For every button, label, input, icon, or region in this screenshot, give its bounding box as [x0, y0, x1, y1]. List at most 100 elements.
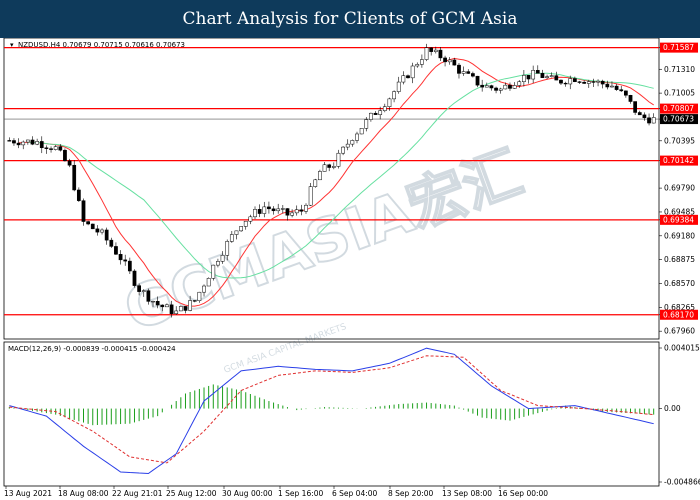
candle-body [637, 112, 642, 116]
candle-body [420, 59, 424, 65]
candle-body [123, 259, 128, 262]
candle-body [424, 47, 429, 60]
candle-body [280, 208, 285, 210]
candle-body [53, 146, 58, 150]
candle-body [299, 209, 304, 212]
time-tick-label: 16 Sep 00:00 [498, 489, 548, 498]
candle-body [141, 290, 146, 292]
time-tick-label: 18 Aug 08:00 [58, 489, 109, 498]
candle-body [290, 212, 294, 216]
time-axis: 13 Aug 2021 18 Aug 08:00 22 Aug 21:01 25 Au… [4, 486, 548, 498]
candle-body [63, 149, 67, 162]
candle-body [415, 64, 420, 67]
candle-body [350, 140, 355, 145]
candle-body [202, 285, 206, 293]
candle-body [16, 142, 21, 146]
candle-body [183, 306, 188, 311]
candle-body [484, 85, 489, 88]
candle-body [327, 164, 332, 168]
candle-body [378, 110, 383, 115]
candle-body [178, 306, 183, 312]
candle-body [90, 223, 95, 230]
candle-body [438, 49, 443, 59]
candle-body [132, 270, 137, 286]
candle-body [512, 85, 517, 89]
price-tick-label: 0.68570 [664, 279, 695, 288]
candle-body [239, 226, 243, 232]
candle-body [49, 148, 53, 150]
candle-body [503, 84, 508, 90]
candle-body [206, 278, 211, 287]
candle-body [21, 141, 26, 146]
candle-body [540, 73, 545, 78]
candle-body [58, 146, 63, 151]
candle-body [355, 133, 359, 141]
candle-body [614, 85, 619, 90]
candle-body [577, 81, 582, 83]
candle-body [72, 164, 77, 191]
candle-body [322, 164, 327, 172]
time-tick-label: 25 Aug 12:00 [166, 489, 217, 498]
candle-body [155, 300, 160, 306]
candle-body [313, 179, 318, 187]
candle-body [359, 128, 364, 135]
candle-body [318, 171, 322, 181]
candle-body [86, 221, 90, 225]
candle-body [331, 166, 336, 168]
candle-body [169, 304, 174, 314]
candle-body [118, 254, 123, 261]
candle-body [257, 209, 262, 214]
candle-body [545, 76, 549, 78]
candle-body [568, 78, 573, 85]
candle-body [382, 106, 387, 111]
candle-body [188, 300, 192, 311]
candle-body [127, 260, 132, 272]
candle-body [95, 228, 100, 233]
candle-body [619, 89, 624, 92]
candle-body [243, 220, 248, 227]
candle-body [642, 114, 647, 119]
candle-body [369, 112, 373, 120]
candle-body [248, 216, 253, 222]
candle-body [285, 208, 290, 216]
candle-body [308, 186, 313, 206]
candle-body [229, 234, 234, 242]
price-axis: 0.713100.710050.703950.697900.694850.691… [659, 47, 695, 336]
candle-body [586, 81, 591, 84]
candle-body [628, 95, 633, 102]
candle-body [559, 79, 563, 84]
candle-body [81, 200, 86, 222]
candle-body [262, 206, 267, 214]
candle-body [480, 84, 485, 88]
candle-body [114, 246, 118, 255]
candle-body [582, 81, 587, 84]
candle-body [294, 209, 299, 214]
time-tick-label: 8 Sep 20:00 [388, 489, 434, 498]
macd-tick-label: 0.00 [664, 404, 681, 413]
macd-tick-label: -0.004866 [664, 478, 700, 487]
candle-body [396, 81, 401, 92]
candle-body [174, 310, 179, 314]
candle-body [197, 291, 202, 301]
candle-body [610, 85, 614, 88]
candle-body [526, 75, 531, 80]
candle-body [7, 140, 12, 142]
candle-body [605, 83, 610, 88]
candle-body [192, 300, 197, 302]
candle-body [76, 189, 81, 201]
candle-body [429, 47, 434, 52]
candle-body [304, 204, 308, 212]
candle-body [406, 75, 410, 79]
price-tick-label: 0.71310 [664, 65, 695, 74]
candle-body [573, 78, 577, 82]
candle-body [216, 261, 220, 266]
candle-body [461, 71, 466, 74]
candle-body [522, 75, 526, 82]
candle-body [563, 82, 568, 85]
candle-body [535, 70, 540, 74]
candle-body [494, 87, 498, 91]
candle-body [267, 206, 271, 210]
candle-body [508, 84, 512, 89]
candle-body [517, 81, 522, 86]
candle-body [596, 80, 600, 83]
